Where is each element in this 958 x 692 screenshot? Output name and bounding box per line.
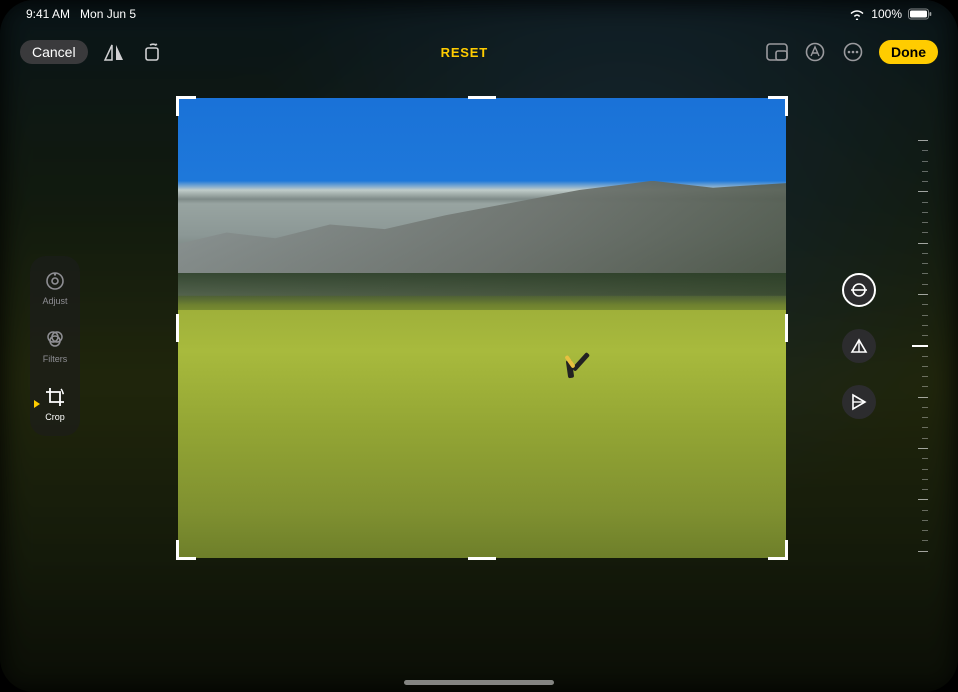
dial-tick — [918, 397, 928, 398]
cancel-button[interactable]: Cancel — [20, 40, 88, 64]
photo-preview — [178, 98, 786, 558]
dial-tick — [918, 551, 928, 552]
dial-tick — [922, 315, 928, 316]
dial-tick — [922, 438, 928, 439]
dial-tick — [922, 356, 928, 357]
dial-tick — [922, 376, 928, 377]
dial-tick — [922, 263, 928, 264]
crop-mode-button[interactable]: Crop — [44, 386, 66, 422]
status-date: Mon Jun 5 — [80, 7, 136, 21]
adjust-mode-button[interactable]: Adjust — [42, 270, 67, 306]
dial-tick — [918, 499, 928, 500]
dial-tick — [918, 294, 928, 295]
filters-label: Filters — [43, 354, 68, 364]
dial-tick — [922, 181, 928, 182]
dial-tick — [922, 161, 928, 162]
adjust-label: Adjust — [42, 296, 67, 306]
home-indicator[interactable] — [404, 680, 554, 685]
straighten-dial[interactable] — [898, 140, 928, 552]
dial-tick — [922, 386, 928, 387]
rotate-button[interactable] — [140, 40, 164, 64]
flip-horizontal-button[interactable] — [102, 40, 126, 64]
status-bar: 9:41 AM Mon Jun 5 100% — [0, 0, 958, 28]
straighten-level-button[interactable] — [842, 273, 876, 307]
dial-tick — [922, 540, 928, 541]
straighten-horizontal-button[interactable] — [842, 385, 876, 419]
dial-tick — [922, 479, 928, 480]
aspect-ratio-button[interactable] — [765, 40, 789, 64]
dial-tick — [922, 150, 928, 151]
dial-tick — [918, 243, 928, 244]
dial-tick — [922, 304, 928, 305]
more-button[interactable] — [841, 40, 865, 64]
ipad-device-frame: 9:41 AM Mon Jun 5 100% Cancel RESET — [0, 0, 958, 692]
dial-tick — [922, 366, 928, 367]
dial-tick — [922, 427, 928, 428]
dial-tick — [922, 325, 928, 326]
edit-toolbar: Cancel RESET Done — [0, 34, 958, 70]
dial-tick — [922, 458, 928, 459]
crop-canvas[interactable] — [178, 98, 786, 558]
dial-tick — [922, 469, 928, 470]
filters-mode-button[interactable]: Filters — [43, 328, 68, 364]
dial-tick — [922, 520, 928, 521]
filters-icon — [44, 328, 66, 350]
adjust-icon — [44, 270, 66, 292]
dial-tick — [922, 417, 928, 418]
straighten-controls — [842, 273, 876, 419]
battery-percent: 100% — [871, 7, 902, 21]
battery-icon — [908, 8, 932, 20]
markup-button[interactable] — [803, 40, 827, 64]
photo-subject — [555, 346, 583, 394]
dial-tick — [922, 171, 928, 172]
dial-indicator — [912, 345, 928, 347]
edit-mode-sidebar: Adjust Filters Crop — [30, 256, 80, 436]
dial-tick — [922, 202, 928, 203]
dial-tick — [922, 232, 928, 233]
dial-tick — [922, 407, 928, 408]
dial-tick — [922, 253, 928, 254]
dial-tick — [918, 191, 928, 192]
dial-tick — [922, 530, 928, 531]
crop-icon — [44, 386, 66, 408]
active-mode-indicator — [34, 400, 40, 408]
dial-tick — [922, 510, 928, 511]
reset-button[interactable]: RESET — [441, 45, 488, 60]
dial-tick — [922, 212, 928, 213]
dial-tick — [922, 222, 928, 223]
status-time: 9:41 AM — [26, 7, 70, 21]
dial-tick — [922, 284, 928, 285]
wifi-icon — [849, 8, 865, 20]
done-button[interactable]: Done — [879, 40, 938, 64]
straighten-vertical-button[interactable] — [842, 329, 876, 363]
dial-tick — [922, 489, 928, 490]
dial-tick — [918, 140, 928, 141]
dial-tick — [922, 335, 928, 336]
dial-tick — [922, 273, 928, 274]
dial-tick — [918, 448, 928, 449]
crop-label: Crop — [45, 412, 65, 422]
